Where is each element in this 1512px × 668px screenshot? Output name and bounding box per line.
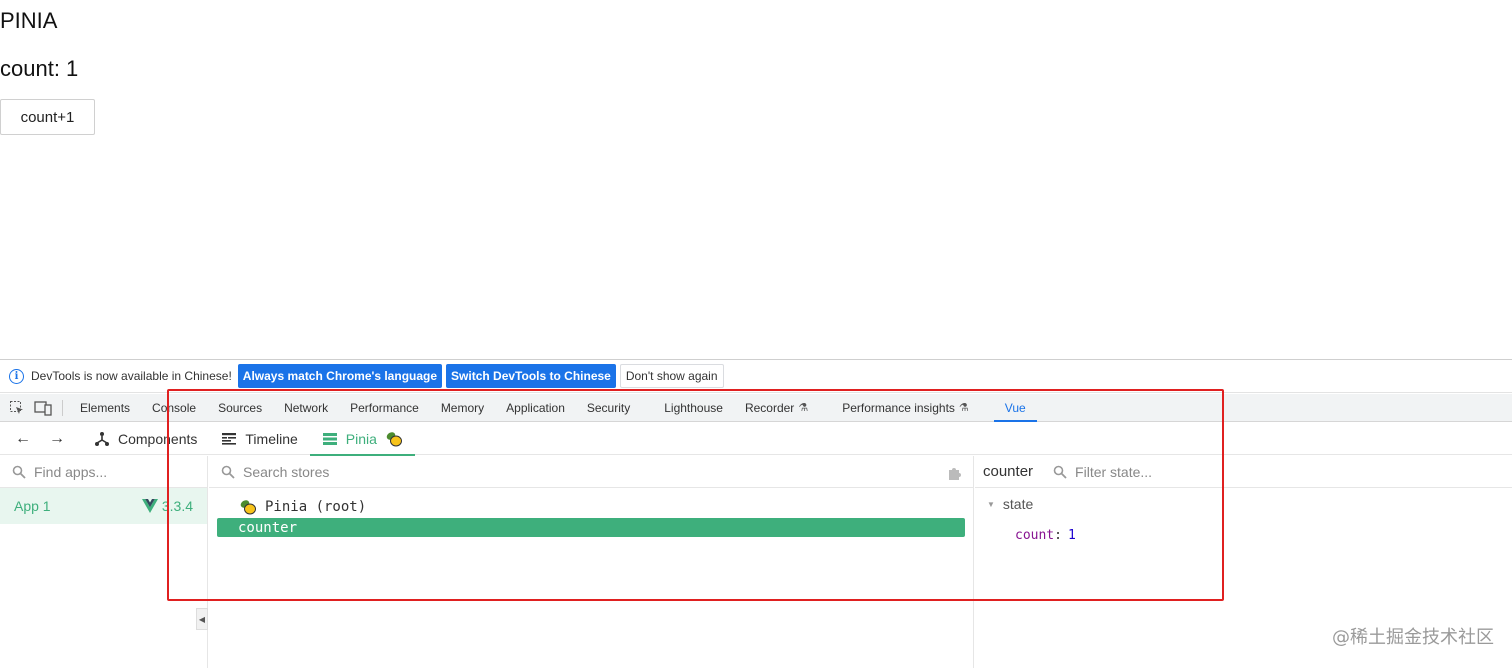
state-section-header[interactable]: ▼ state xyxy=(975,488,1512,520)
tab-performance[interactable]: Performance xyxy=(339,394,430,422)
app-list-item[interactable]: App 1 3.3.4 xyxy=(0,488,207,524)
inspect-element-icon[interactable] xyxy=(8,399,26,417)
state-section-label: state xyxy=(1002,496,1034,512)
state-value[interactable]: 1 xyxy=(1068,528,1076,543)
vue-logo-icon xyxy=(141,499,158,513)
back-arrow-icon[interactable]: ← xyxy=(12,428,34,450)
puzzle-icon[interactable] xyxy=(947,465,963,481)
store-tree: Pinia (root) counter xyxy=(209,488,973,537)
tab-network[interactable]: Network xyxy=(273,394,339,422)
flask-icon: ⚗ xyxy=(798,402,809,414)
tab-vue[interactable]: Vue xyxy=(993,394,1037,422)
find-apps-row[interactable]: Find apps... xyxy=(0,456,207,488)
app-version-badge: 3.3.4 xyxy=(141,498,193,514)
increment-button[interactable]: count+1 xyxy=(0,99,95,135)
state-property[interactable]: count: 1 xyxy=(975,520,1512,550)
tab-performance-insights-label: Performance insights xyxy=(842,400,955,415)
tab-pinia-label: Pinia xyxy=(345,430,377,447)
info-icon: i xyxy=(9,368,24,384)
count-display: count: 1 xyxy=(0,56,79,81)
collapse-pane-handle[interactable]: ◀ xyxy=(196,608,208,630)
switch-language-button[interactable]: Switch DevTools to Chinese xyxy=(446,364,616,388)
tab-performance-insights[interactable]: Performance insights ⚗ xyxy=(831,394,980,422)
pinia-logo-icon xyxy=(240,500,256,515)
tab-application[interactable]: Application xyxy=(495,394,576,422)
tab-timeline-label: Timeline xyxy=(245,430,298,447)
tab-components[interactable]: Components xyxy=(82,423,209,455)
filter-state-field[interactable]: Filter state... xyxy=(1041,464,1152,480)
stores-pane: Search stores Pinia (root) counter xyxy=(209,456,974,668)
state-header: counter Filter state... xyxy=(975,456,1512,488)
devtools-panel: i DevTools is now available in Chinese! … xyxy=(0,359,1512,668)
app-name: App 1 xyxy=(14,498,51,514)
toolbar-divider xyxy=(62,399,63,416)
tab-recorder[interactable]: Recorder ⚗ xyxy=(734,394,819,422)
store-tree-root[interactable]: Pinia (root) xyxy=(209,496,973,518)
match-language-button[interactable]: Always match Chrome's language xyxy=(237,364,443,388)
store-tree-item[interactable]: counter xyxy=(217,518,965,537)
watermark: @稀土掘金技术社区 xyxy=(1332,627,1494,648)
tab-components-label: Components xyxy=(118,430,198,447)
list-icon xyxy=(322,432,337,445)
devtools-tab-bar: Elements Console Sources Network Perform… xyxy=(0,394,1512,422)
apps-pane: Find apps... App 1 3.3.4 xyxy=(0,456,208,668)
tab-memory[interactable]: Memory xyxy=(430,394,495,422)
state-colon: : xyxy=(1054,527,1062,543)
search-icon xyxy=(1053,465,1067,479)
tab-sources[interactable]: Sources xyxy=(207,394,273,422)
timeline-icon xyxy=(222,432,237,445)
find-apps-input[interactable]: Find apps... xyxy=(34,464,107,480)
pinia-logo-icon xyxy=(386,431,402,446)
search-stores-row[interactable]: Search stores xyxy=(209,456,973,488)
tab-recorder-label: Recorder xyxy=(744,400,795,415)
tab-security[interactable]: Security xyxy=(576,394,641,422)
flask-icon: ⚗ xyxy=(958,402,969,414)
tab-elements[interactable]: Elements xyxy=(69,394,141,422)
tab-console[interactable]: Console xyxy=(141,394,207,422)
app-version: 3.3.4 xyxy=(161,498,193,514)
page-title: PINIA xyxy=(0,8,58,33)
tab-pinia[interactable]: Pinia xyxy=(309,423,416,456)
filter-state-input[interactable]: Filter state... xyxy=(1075,464,1152,480)
tab-lighthouse[interactable]: Lighthouse xyxy=(653,394,734,422)
inspected-store-name: counter xyxy=(983,463,1034,480)
state-key: count xyxy=(1015,527,1055,543)
components-icon xyxy=(95,431,109,446)
search-icon xyxy=(12,465,26,479)
device-toolbar-icon[interactable] xyxy=(34,399,52,417)
store-tree-root-label: Pinia (root) xyxy=(265,499,367,515)
dont-show-again-button[interactable]: Don't show again xyxy=(619,364,724,388)
infobar-message: DevTools is now available in Chinese! xyxy=(31,369,232,383)
search-icon xyxy=(221,465,235,479)
vue-devtools-nav: ← → Components Timeline Pinia xyxy=(0,423,1512,456)
language-infobar: i DevTools is now available in Chinese! … xyxy=(0,360,1512,393)
tab-timeline[interactable]: Timeline xyxy=(209,423,309,455)
forward-arrow-icon[interactable]: → xyxy=(46,428,68,450)
search-stores-input[interactable]: Search stores xyxy=(243,464,329,480)
expand-triangle-icon: ▼ xyxy=(987,499,995,509)
